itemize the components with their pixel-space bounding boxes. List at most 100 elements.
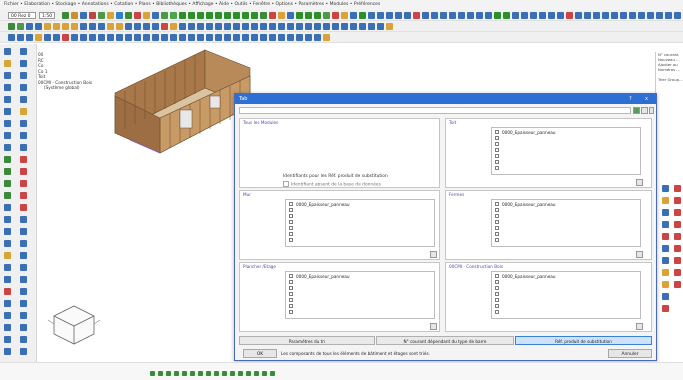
list-item[interactable]: 0000_Epaisseur_panneau — [296, 202, 350, 207]
tool-icon[interactable] — [143, 34, 150, 41]
tool-icon[interactable] — [89, 12, 96, 19]
tool-icon[interactable] — [242, 34, 249, 41]
tool-icon[interactable] — [20, 120, 27, 127]
tool-icon[interactable] — [20, 132, 27, 139]
checkbox[interactable] — [495, 304, 499, 308]
tool-icon[interactable] — [665, 12, 672, 19]
tool-icon[interactable] — [674, 269, 681, 276]
tool-icon[interactable] — [296, 34, 303, 41]
checkbox[interactable] — [495, 274, 499, 278]
tool-icon[interactable] — [170, 34, 177, 41]
tool-icon[interactable] — [20, 48, 27, 55]
tool-icon[interactable] — [80, 34, 87, 41]
tool-icon[interactable] — [674, 233, 681, 240]
tool-icon[interactable] — [188, 12, 195, 19]
checkbox[interactable] — [289, 202, 293, 206]
checkbox[interactable] — [495, 148, 499, 152]
tool-icon[interactable] — [4, 60, 11, 67]
tool-icon[interactable] — [53, 23, 60, 30]
status-icon[interactable] — [174, 371, 179, 376]
tool-icon[interactable] — [17, 34, 24, 41]
layer-combo[interactable]: 00 Rez 0 — [8, 12, 36, 19]
tool-icon[interactable] — [20, 336, 27, 343]
tool-icon[interactable] — [197, 12, 204, 19]
status-icon[interactable] — [238, 371, 243, 376]
tool-icon[interactable] — [20, 144, 27, 151]
tool-icon[interactable] — [386, 23, 393, 30]
tool-icon[interactable] — [350, 12, 357, 19]
tool-icon[interactable] — [71, 23, 78, 30]
tool-icon[interactable] — [20, 156, 27, 163]
checkbox[interactable] — [289, 214, 293, 218]
tool-icon[interactable] — [62, 34, 69, 41]
tool-icon[interactable] — [341, 12, 348, 19]
tool-icon[interactable] — [314, 12, 321, 19]
tool-icon[interactable] — [332, 23, 339, 30]
tool-icon[interactable] — [662, 221, 669, 228]
checkbox[interactable] — [289, 286, 293, 290]
tool-icon[interactable] — [512, 12, 519, 19]
tool-icon[interactable] — [4, 168, 11, 175]
checkbox[interactable] — [495, 238, 499, 242]
tool-icon[interactable] — [179, 34, 186, 41]
tool-icon[interactable] — [4, 84, 11, 91]
tool-icon[interactable] — [251, 12, 258, 19]
tool-icon[interactable] — [35, 23, 42, 30]
tool-icon[interactable] — [4, 108, 11, 115]
tool-icon[interactable] — [503, 12, 510, 19]
tool-icon[interactable] — [20, 324, 27, 331]
tool-icon[interactable] — [662, 281, 669, 288]
component-list[interactable]: 0000_Epaisseur_panneau — [491, 271, 641, 319]
tool-icon[interactable] — [440, 12, 447, 19]
tool-icon[interactable] — [674, 12, 681, 19]
tool-icon[interactable] — [656, 12, 663, 19]
tool-icon[interactable] — [314, 34, 321, 41]
checkbox[interactable] — [495, 160, 499, 164]
tool-icon[interactable] — [20, 180, 27, 187]
checkbox[interactable] — [289, 310, 293, 314]
tool-icon[interactable] — [20, 240, 27, 247]
tool-icon[interactable] — [593, 12, 600, 19]
tool-icon[interactable] — [260, 23, 267, 30]
tool-icon[interactable] — [269, 12, 276, 19]
tool-icon[interactable] — [674, 185, 681, 192]
tool-icon[interactable] — [4, 264, 11, 271]
tool-icon[interactable] — [20, 264, 27, 271]
checkbox[interactable] — [289, 208, 293, 212]
tool-icon[interactable] — [224, 12, 231, 19]
tool-icon[interactable] — [359, 12, 366, 19]
tool-icon[interactable] — [134, 23, 141, 30]
checkbox[interactable] — [495, 154, 499, 158]
tool-icon[interactable] — [20, 288, 27, 295]
checkbox[interactable] — [495, 310, 499, 314]
tool-icon[interactable] — [233, 12, 240, 19]
group-options-button[interactable] — [636, 323, 643, 330]
checkbox[interactable] — [289, 238, 293, 242]
tool-icon[interactable] — [206, 34, 213, 41]
tool-icon[interactable] — [575, 12, 582, 19]
tool-icon[interactable] — [215, 34, 222, 41]
filter-icon[interactable] — [641, 107, 648, 114]
tool-icon[interactable] — [116, 34, 123, 41]
tool-icon[interactable] — [89, 34, 96, 41]
tool-icon[interactable] — [170, 23, 177, 30]
tool-icon[interactable] — [287, 34, 294, 41]
status-icon[interactable] — [206, 371, 211, 376]
cancel-button[interactable]: Annuler — [608, 349, 652, 358]
tool-icon[interactable] — [161, 34, 168, 41]
tool-icon[interactable] — [629, 12, 636, 19]
tool-icon[interactable] — [20, 276, 27, 283]
tool-icon[interactable] — [4, 156, 11, 163]
tool-icon[interactable] — [662, 269, 669, 276]
tool-icon[interactable] — [662, 185, 669, 192]
tool-icon[interactable] — [662, 197, 669, 204]
tool-icon[interactable] — [674, 257, 681, 264]
tool-icon[interactable] — [125, 23, 132, 30]
tool-icon[interactable] — [20, 204, 27, 211]
tool-icon[interactable] — [413, 12, 420, 19]
component-list[interactable]: 0000_Epaisseur_panneau — [491, 127, 641, 175]
checkbox[interactable] — [289, 298, 293, 302]
tool-icon[interactable] — [296, 12, 303, 19]
group-options-button[interactable] — [430, 323, 437, 330]
checkbox[interactable] — [289, 292, 293, 296]
